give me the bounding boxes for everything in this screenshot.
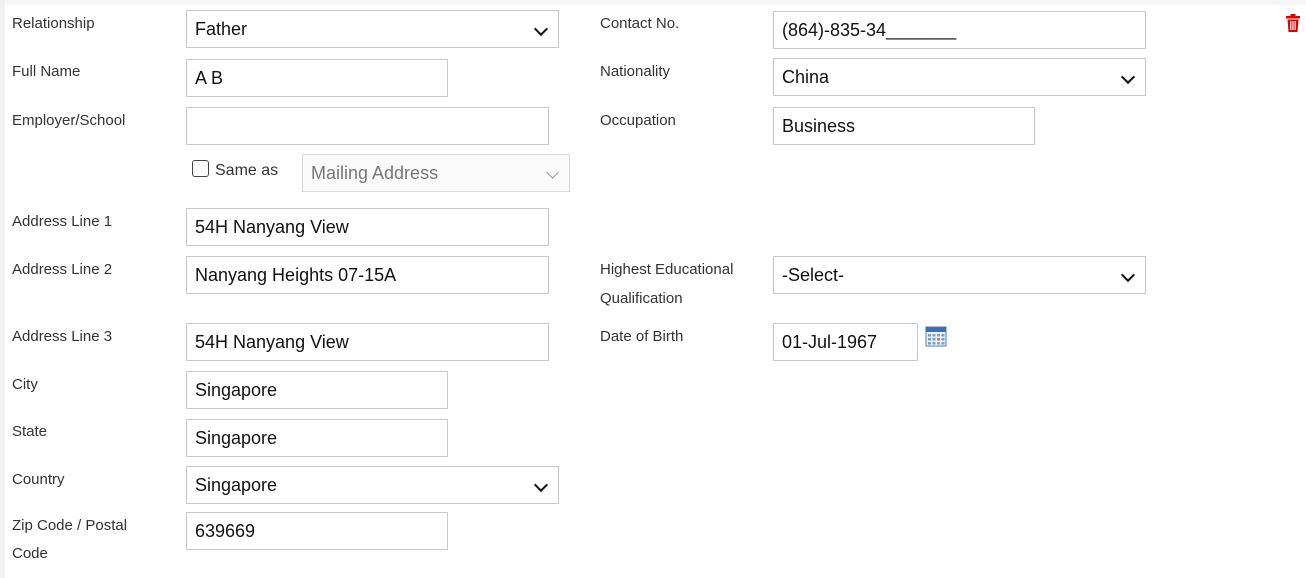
frame-border-top (5, 0, 1306, 5)
same-as-address-value: Mailing Address (311, 163, 439, 183)
employer-input[interactable] (186, 107, 549, 145)
full-name-label: Full Name (12, 63, 81, 80)
trash-icon[interactable] (1285, 14, 1301, 32)
same-as-label: Same as (215, 162, 279, 179)
relationship-select[interactable]: Father (186, 10, 559, 48)
same-as-checkbox[interactable] (192, 160, 209, 177)
chevron-down-icon (533, 477, 549, 493)
date-of-birth-input[interactable]: 01-Jul-1967 (773, 323, 918, 361)
address-line-1-input[interactable]: 54H Nanyang View (186, 208, 549, 246)
address-line-2-label: Address Line 2 (12, 261, 113, 278)
calendar-icon[interactable] (925, 325, 947, 347)
nationality-select[interactable]: China (773, 58, 1146, 96)
city-label: City (12, 376, 38, 393)
contact-no-input[interactable]: (864)-835-34_______ (773, 11, 1146, 49)
relationship-value: Father (195, 19, 248, 39)
city-input[interactable]: Singapore (186, 371, 448, 409)
state-input[interactable]: Singapore (186, 419, 448, 457)
chevron-down-icon (1120, 69, 1136, 85)
address-line-3-input[interactable]: 54H Nanyang View (186, 323, 549, 361)
contact-no-label: Contact No. (600, 15, 680, 32)
address-line-2-input[interactable]: Nanyang Heights 07-15A (186, 256, 549, 294)
country-label: Country (12, 471, 65, 488)
relationship-label: Relationship (12, 15, 95, 32)
occupation-input[interactable]: Business (773, 107, 1035, 145)
full-name-input[interactable]: A B (186, 59, 448, 97)
zip-code-input[interactable]: 639669 (186, 512, 448, 550)
nationality-label: Nationality (600, 63, 671, 80)
employer-label: Employer/School (12, 112, 126, 129)
education-value: -Select- (782, 265, 845, 285)
address-line-1-label: Address Line 1 (12, 213, 113, 230)
chevron-down-icon (1120, 267, 1136, 283)
chevron-down-icon (533, 21, 549, 37)
occupation-label: Occupation (600, 112, 676, 129)
education-label-line2: Qualification (600, 290, 683, 307)
frame-border-left (0, 0, 5, 578)
chevron-down-icon (546, 166, 559, 179)
nationality-value: China (782, 67, 830, 87)
state-label: State (12, 423, 48, 440)
country-value: Singapore (195, 475, 278, 495)
zip-code-label-line2: Code (12, 545, 48, 562)
country-select[interactable]: Singapore (186, 466, 559, 504)
education-select[interactable]: -Select- (773, 256, 1146, 294)
education-label: Highest Educational (600, 261, 734, 278)
zip-code-label: Zip Code / Postal (12, 517, 128, 534)
same-as-address-select[interactable]: Mailing Address (302, 154, 570, 192)
address-line-3-label: Address Line 3 (12, 328, 113, 345)
date-of-birth-label: Date of Birth (600, 328, 684, 345)
